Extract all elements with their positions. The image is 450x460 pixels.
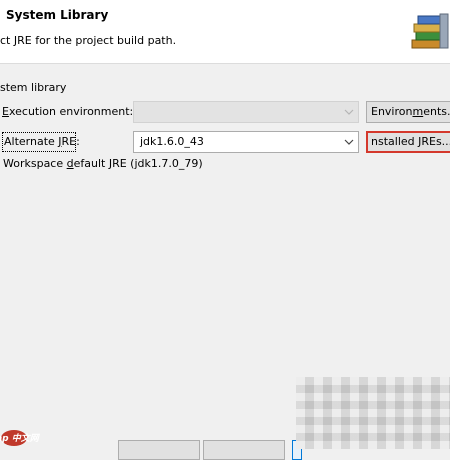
label-mnemonic: E [2, 105, 9, 118]
label-mnemonic: d [66, 157, 74, 170]
page-description: ct JRE for the project build path. [0, 34, 177, 47]
page-title: System Library [6, 8, 109, 22]
chevron-down-icon [344, 109, 354, 115]
label-text: RE: [61, 135, 80, 148]
group-label: stem library [0, 81, 67, 94]
workspace-default-jre-radio[interactable]: Workspace default JRE (jdk1.7.0_79) [3, 157, 203, 170]
label-text: efault JRE (jdk1.7.0_79) [73, 157, 203, 170]
next-button[interactable] [203, 440, 285, 460]
execution-environment-radio[interactable]: Execution environment: [2, 102, 133, 122]
back-button[interactable] [118, 440, 200, 460]
label-text: xecution environment: [8, 105, 134, 118]
library-books-icon [411, 13, 449, 49]
label-text: Workspace [3, 157, 67, 170]
watermark-text: php 中文网 [0, 433, 41, 444]
environments-button[interactable]: Environments... [366, 101, 450, 123]
installed-jres-button[interactable]: nstalled JREs... [366, 131, 450, 153]
wizard-header: System Library ct JRE for the project bu… [0, 0, 450, 64]
label-text: Alternate [4, 135, 59, 148]
alternate-jre-combo[interactable]: jdk1.6.0_43 [133, 131, 359, 153]
combo-value: jdk1.6.0_43 [140, 135, 204, 148]
execution-environment-combo[interactable] [133, 101, 359, 123]
button-mnemonic: m [412, 105, 424, 118]
chevron-down-icon [344, 139, 354, 145]
alternate-jre-radio[interactable]: Alternate JRE: [2, 132, 80, 152]
button-text: Environ [371, 105, 413, 118]
watermark-logo: php 中文网 [0, 430, 41, 446]
button-text: ents... [423, 105, 450, 118]
pixelated-region [296, 377, 450, 449]
